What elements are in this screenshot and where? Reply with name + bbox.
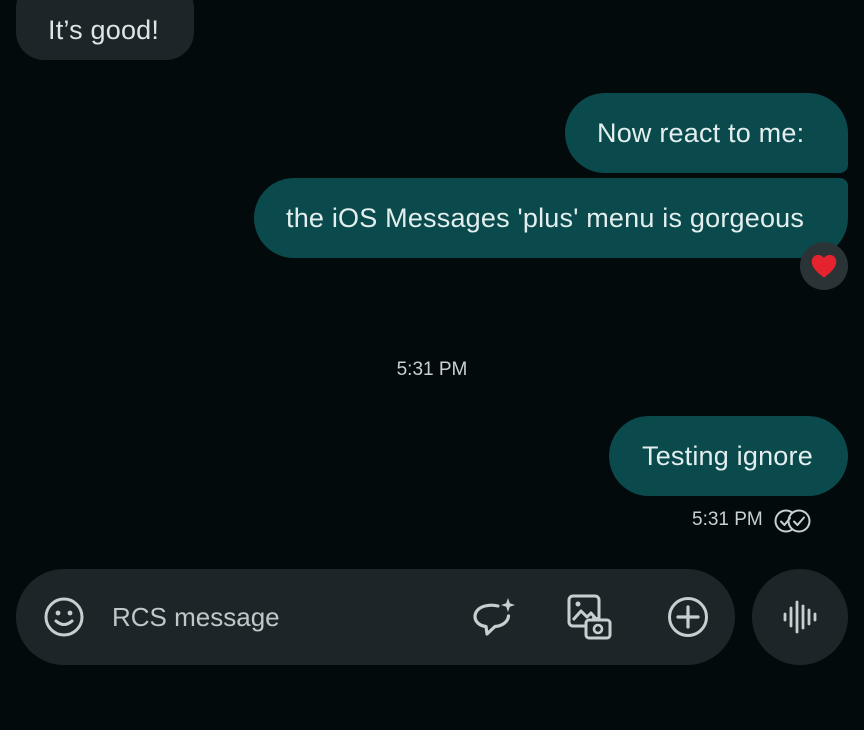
message-input[interactable] — [112, 593, 442, 641]
message-composer — [16, 569, 735, 665]
message-bubble-outgoing[interactable]: the iOS Messages 'plus' menu is gorgeous — [254, 178, 848, 258]
double-check-circle-icon — [774, 509, 811, 533]
add-button[interactable] — [660, 591, 716, 643]
emoji-button[interactable] — [38, 593, 90, 641]
message-timestamp: 5:31 PM — [692, 509, 763, 530]
message-text: Now react to me: — [597, 117, 805, 148]
voice-icon — [783, 600, 817, 634]
ai-compose-button[interactable] — [466, 591, 522, 643]
message-text: It’s good! — [48, 14, 160, 45]
timestamp-divider: 5:31 PM — [396, 359, 468, 380]
gallery-icon — [567, 594, 612, 640]
voice-message-button[interactable] — [752, 569, 848, 665]
message-bubble-incoming[interactable]: It’s good! — [16, 0, 194, 60]
heart-icon — [811, 254, 837, 278]
conversation-screen: It’s good! Now react to me: the iOS Mess… — [0, 0, 864, 730]
ai-compose-icon — [473, 598, 515, 636]
gallery-button[interactable] — [561, 591, 617, 643]
emoji-icon — [44, 597, 84, 637]
message-text: the iOS Messages 'plus' menu is gorgeous — [286, 202, 805, 233]
add-icon — [668, 597, 708, 637]
message-bubble-outgoing[interactable]: Now react to me: — [565, 93, 848, 173]
reaction-badge[interactable] — [800, 242, 848, 290]
message-text: Testing ignore — [642, 440, 813, 471]
message-bubble-outgoing[interactable]: Testing ignore — [609, 416, 848, 496]
